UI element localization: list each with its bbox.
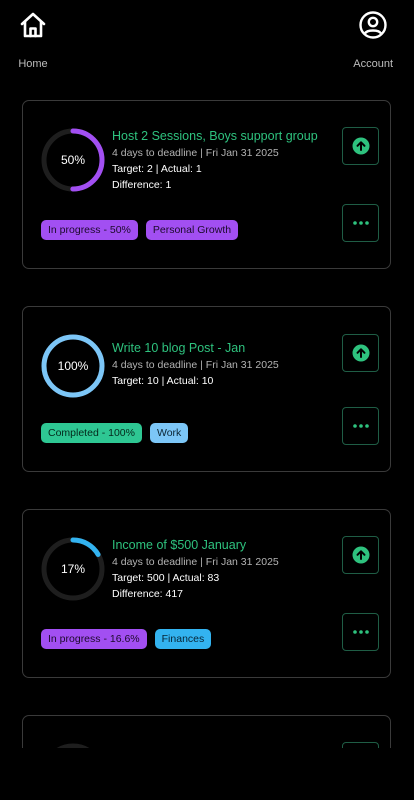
goal-deadline: 4 days to deadline | Fri Jan 31 2025 — [112, 147, 279, 159]
goal-difference: Difference: 1 — [112, 179, 172, 191]
goal-info: Host 2 Sessions, Boys support group 4 da… — [112, 129, 337, 191]
more-dots-icon — [352, 424, 369, 428]
progress-percent-label: 100% — [57, 359, 89, 373]
arrow-up-circle-icon — [352, 137, 369, 155]
category-badge: Work — [149, 423, 189, 443]
goal-badges: In progress - 50% Personal Growth — [41, 220, 239, 240]
progress-ring: 100% — [41, 334, 105, 398]
goal-title[interactable]: Income of $500 January — [112, 538, 337, 552]
goal-badges: In progress - 16.6% Finances — [41, 629, 212, 649]
update-progress-button[interactable] — [342, 127, 379, 165]
status-badge: In progress - 50% — [41, 220, 138, 240]
goal-card[interactable] — [22, 715, 391, 748]
category-badge: Finances — [154, 629, 212, 649]
arrow-up-circle-icon — [352, 546, 369, 564]
more-options-button[interactable] — [342, 407, 379, 445]
goal-badges: Completed - 100% Work — [41, 423, 189, 443]
goal-info: Income of $500 January 4 days to deadlin… — [112, 538, 337, 600]
top-navigation: Home Account — [0, 0, 414, 78]
home-nav-label: Home — [18, 58, 48, 70]
goals-list[interactable]: 50% Host 2 Sessions, Boys support group … — [0, 78, 414, 748]
more-dots-icon — [352, 630, 369, 634]
bottom-bar — [0, 748, 414, 800]
goal-deadline: 4 days to deadline | Fri Jan 31 2025 — [112, 359, 279, 371]
update-progress-button[interactable] — [342, 334, 379, 372]
home-icon — [18, 10, 48, 45]
more-dots-icon — [352, 221, 369, 225]
goal-target-actual: Target: 500 | Actual: 83 — [112, 572, 220, 584]
more-options-button[interactable] — [342, 204, 379, 242]
progress-ring: 50% — [41, 128, 105, 192]
progress-percent-label: 50% — [60, 153, 86, 167]
goal-card[interactable]: 17% Income of $500 January 4 days to dea… — [22, 509, 391, 678]
more-options-button[interactable] — [342, 613, 379, 651]
status-badge: In progress - 16.6% — [41, 629, 147, 649]
goal-title[interactable]: Write 10 blog Post - Jan — [112, 341, 337, 355]
goal-title[interactable]: Host 2 Sessions, Boys support group — [112, 129, 337, 143]
home-nav-button[interactable]: Home — [18, 10, 48, 70]
arrow-up-circle-icon — [352, 344, 369, 362]
goal-card[interactable]: 100% Write 10 blog Post - Jan 4 days to … — [22, 306, 391, 472]
progress-percent-label: 17% — [60, 562, 86, 576]
goal-target-actual: Target: 10 | Actual: 10 — [112, 375, 214, 387]
category-badge: Personal Growth — [145, 220, 239, 240]
update-progress-button[interactable] — [342, 536, 379, 574]
goal-target-actual: Target: 2 | Actual: 1 — [112, 163, 202, 175]
user-circle-icon — [358, 10, 388, 45]
progress-ring: 17% — [41, 537, 105, 601]
account-nav-label: Account — [353, 58, 393, 70]
goal-difference: Difference: 417 — [112, 588, 184, 600]
goal-info: Write 10 blog Post - Jan 4 days to deadl… — [112, 341, 337, 387]
status-badge: Completed - 100% — [41, 423, 142, 443]
goal-card[interactable]: 50% Host 2 Sessions, Boys support group … — [22, 100, 391, 269]
goal-deadline: 4 days to deadline | Fri Jan 31 2025 — [112, 556, 279, 568]
account-nav-button[interactable]: Account — [353, 10, 393, 70]
